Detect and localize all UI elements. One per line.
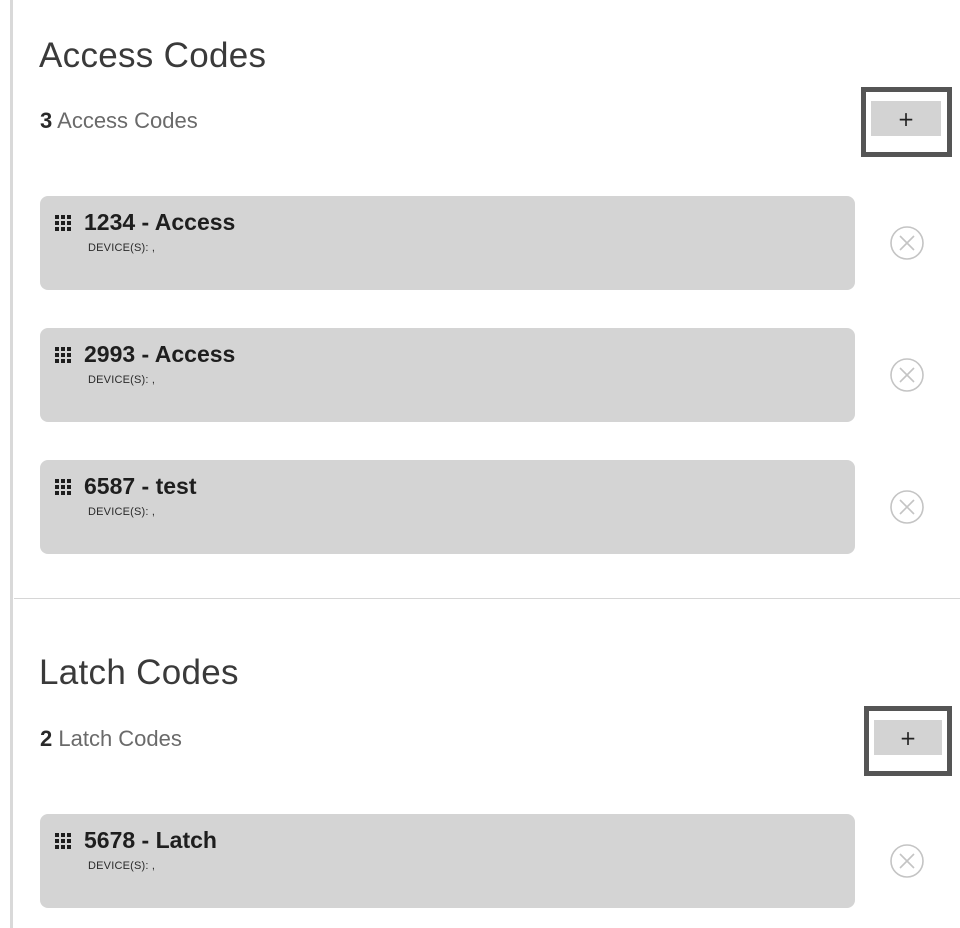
latch-code-devices: DEVICE(S): , [88,860,156,872]
latch-codes-count-label: Latch Codes [52,726,182,751]
add-access-code-button[interactable]: + [871,101,941,136]
remove-circle-x-icon[interactable] [889,225,925,261]
left-border [10,0,13,928]
access-codes-count-label: Access Codes [52,108,198,133]
access-code-title: 6587 - test [84,473,197,499]
access-code-item[interactable]: 1234 - Access DEVICE(S): , [40,196,855,290]
latch-codes-title: Latch Codes [39,653,239,692]
latch-code-item[interactable]: 5678 - Latch DEVICE(S): , [40,814,855,908]
add-access-code-highlight: + [861,87,952,157]
keypad-icon [55,215,71,231]
keypad-icon [55,833,71,849]
remove-circle-x-icon[interactable] [889,843,925,879]
add-latch-code-button[interactable]: + [874,720,942,755]
latch-codes-count-number: 2 [40,726,53,751]
add-latch-code-highlight: + [864,706,952,776]
access-codes-title: Access Codes [39,36,267,75]
access-code-devices: DEVICE(S): , [88,506,156,518]
latch-codes-count: 2 Latch Codes [40,728,182,750]
access-code-devices: DEVICE(S): , [88,374,156,386]
keypad-icon [55,347,71,363]
section-divider [14,598,960,599]
keypad-icon [55,479,71,495]
access-code-devices: DEVICE(S): , [88,242,156,254]
code-management-page: Access Codes 3 Access Codes + 1234 - Acc… [0,0,960,928]
access-code-item[interactable]: 6587 - test DEVICE(S): , [40,460,855,554]
remove-circle-x-icon[interactable] [889,357,925,393]
access-code-item[interactable]: 2993 - Access DEVICE(S): , [40,328,855,422]
latch-code-title: 5678 - Latch [84,827,217,853]
remove-circle-x-icon[interactable] [889,489,925,525]
access-codes-count-number: 3 [40,108,53,133]
access-code-title: 1234 - Access [84,209,236,235]
access-code-title: 2993 - Access [84,341,236,367]
access-codes-count: 3 Access Codes [40,110,198,132]
